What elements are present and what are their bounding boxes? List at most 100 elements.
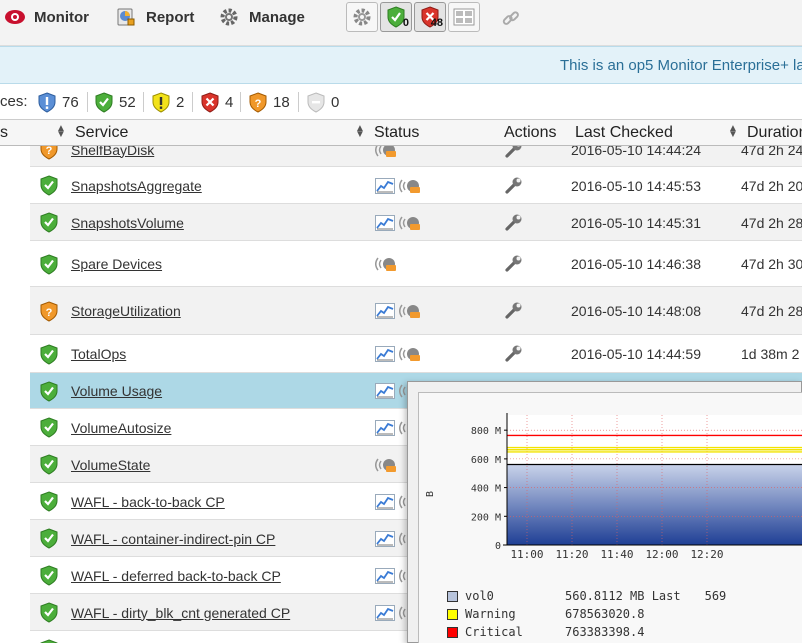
gear-icon xyxy=(353,8,371,26)
wrench-icon[interactable] xyxy=(504,214,524,235)
duration-cell: 47d 2h 28 xyxy=(741,214,802,231)
link-chain-icon[interactable] xyxy=(500,8,522,30)
graph-icon[interactable] xyxy=(375,604,395,624)
last-checked-cell: 2016-05-10 14:46:38 xyxy=(571,256,701,272)
table-row[interactable]: SnapshotsVolume 2016-05-10 14:45:31 47d 2h… xyxy=(30,204,802,241)
comment-icon[interactable] xyxy=(375,146,397,161)
ok-count: 0 xyxy=(402,17,409,29)
settings-button[interactable] xyxy=(346,2,378,32)
graph-icon[interactable] xyxy=(375,214,395,234)
wrench-icon[interactable] xyxy=(504,345,524,366)
col-service[interactable]: Service xyxy=(75,124,128,142)
wrench-icon[interactable] xyxy=(504,302,524,323)
col-host[interactable]: s xyxy=(0,124,8,142)
shield-ok-icon xyxy=(95,91,113,113)
graph-icon[interactable] xyxy=(375,303,395,322)
shield-ok-icon xyxy=(40,454,58,475)
ok-services-button[interactable]: 0 xyxy=(380,2,412,32)
grid-icon xyxy=(453,8,475,26)
x-tick-label: 11:20 xyxy=(555,548,588,561)
wrench-icon[interactable] xyxy=(504,177,524,198)
menu-monitor[interactable]: Monitor xyxy=(4,6,89,28)
sort-arrows-icon[interactable]: ▲ ▼ xyxy=(56,124,66,140)
graph-icon[interactable] xyxy=(375,346,395,365)
graph-icon[interactable] xyxy=(375,493,395,513)
service-state: ? xyxy=(40,300,58,325)
summary-critical-count: 4 xyxy=(225,93,234,111)
service-link[interactable]: StorageUtilization xyxy=(71,303,181,319)
comment-icon[interactable] xyxy=(399,215,421,234)
summary-critical[interactable]: 4 xyxy=(201,91,233,113)
col-last-checked[interactable]: Last Checked xyxy=(575,124,673,142)
service-link[interactable]: ShelfBayDisk xyxy=(71,146,154,158)
comment-icon[interactable] xyxy=(399,303,421,322)
summary-divider xyxy=(143,92,144,112)
graph-panel: netapp-tho-test 0200 M400 M600 M800 M11:… xyxy=(418,392,802,643)
comment-icon[interactable] xyxy=(399,178,421,197)
service-link[interactable]: VolumeAutosize xyxy=(71,420,171,436)
legend-item: Critical 763383398.4 xyxy=(447,625,644,639)
menu-monitor-label: Monitor xyxy=(34,8,89,26)
summary-warning[interactable]: 2 xyxy=(152,91,184,113)
col-duration[interactable]: Duration xyxy=(747,124,802,142)
graph-icon[interactable] xyxy=(375,530,395,550)
service-state xyxy=(40,417,58,441)
graph-icon[interactable] xyxy=(375,177,395,197)
shield-ok-icon xyxy=(40,380,58,402)
service-link[interactable]: VolumeState xyxy=(71,457,150,473)
quick-toolbar: 0 48 xyxy=(346,2,480,32)
comment-icon[interactable] xyxy=(375,457,397,476)
table-row[interactable]: SnapshotsAggregate 2016-05-10 14:45:53 47d… xyxy=(30,167,802,204)
summary-ok[interactable]: 52 xyxy=(95,91,136,113)
service-link[interactable]: WAFL - container-indirect-pin CP xyxy=(71,531,275,547)
legend-value: 678563020.8 xyxy=(565,607,645,621)
graph-icon[interactable] xyxy=(375,419,395,439)
service-link[interactable]: TotalOps xyxy=(71,346,126,362)
wrench-icon[interactable] xyxy=(504,255,524,276)
critical-services-button[interactable]: 48 xyxy=(414,2,446,32)
service-link[interactable]: WAFL - dirty_blk_cnt generated CP xyxy=(71,605,290,621)
summary-unknown[interactable]: ? 18 xyxy=(249,91,290,113)
shield-ok-icon xyxy=(40,602,58,623)
legend-value: 763383398.4 xyxy=(565,625,645,639)
service-state xyxy=(40,175,58,199)
widget-grid-button[interactable] xyxy=(448,2,480,32)
summary-pending[interactable]: 0 xyxy=(307,91,339,113)
summary-total[interactable]: 76 xyxy=(38,91,79,113)
menu-manage[interactable]: Manage xyxy=(219,6,305,28)
col-actions: Actions xyxy=(504,124,557,141)
sort-arrows-icon[interactable]: ▲ ▼ xyxy=(355,124,365,140)
legend-name: Warning xyxy=(465,607,516,621)
col-status[interactable]: Status xyxy=(374,124,419,142)
service-link[interactable]: WAFL - back-to-back CP xyxy=(71,494,225,510)
table-row[interactable]: ? StorageUtilization 2016-05-10 14:48:08 47… xyxy=(30,287,802,335)
legend-item: vol0 560.8112 MB Last 569 xyxy=(447,589,726,603)
graph-icon[interactable] xyxy=(375,383,395,402)
summary-total-count: 76 xyxy=(62,93,79,111)
service-link[interactable]: Spare Devices xyxy=(71,256,162,272)
y-tick-label: 0 xyxy=(495,541,501,552)
shield-warning-icon xyxy=(152,91,170,113)
service-link[interactable]: SnapshotsVolume xyxy=(71,215,184,231)
legend-swatch xyxy=(447,608,458,620)
summary-unknown-count: 18 xyxy=(273,93,290,111)
service-link[interactable]: Volume Usage xyxy=(71,383,162,399)
legend-name: Critical xyxy=(465,625,523,639)
comment-icon[interactable] xyxy=(399,346,421,365)
service-link[interactable]: WAFL - deferred back-to-back CP xyxy=(71,568,281,584)
service-state xyxy=(40,454,58,478)
service-link[interactable]: SnapshotsAggregate xyxy=(71,178,202,194)
wrench-icon[interactable] xyxy=(504,146,524,162)
menu-report[interactable]: Report xyxy=(116,6,194,28)
table-row[interactable]: Spare Devices 2016-05-10 14:46:38 47d 2h 3… xyxy=(30,241,802,287)
monitor-eye-icon xyxy=(4,7,25,27)
table-row[interactable]: ? ShelfBayDisk 2016-05-10 14:44:24 47d 2h 2… xyxy=(30,146,802,167)
sort-arrows-icon[interactable]: ▲ ▼ xyxy=(728,124,738,140)
y-axis-label: B xyxy=(425,491,436,497)
comment-icon[interactable] xyxy=(375,256,397,275)
table-row[interactable]: TotalOps 2016-05-10 14:44:59 1d 38m 2 xyxy=(30,335,802,373)
y-tick-label: 200 M xyxy=(471,512,501,523)
shield-ok-icon xyxy=(40,639,58,643)
volume-usage-graph: 0 200 M 400 M 600 M 800 M 11:00 11:20 11:40 12:0… xyxy=(425,413,802,561)
graph-icon[interactable] xyxy=(375,567,395,587)
